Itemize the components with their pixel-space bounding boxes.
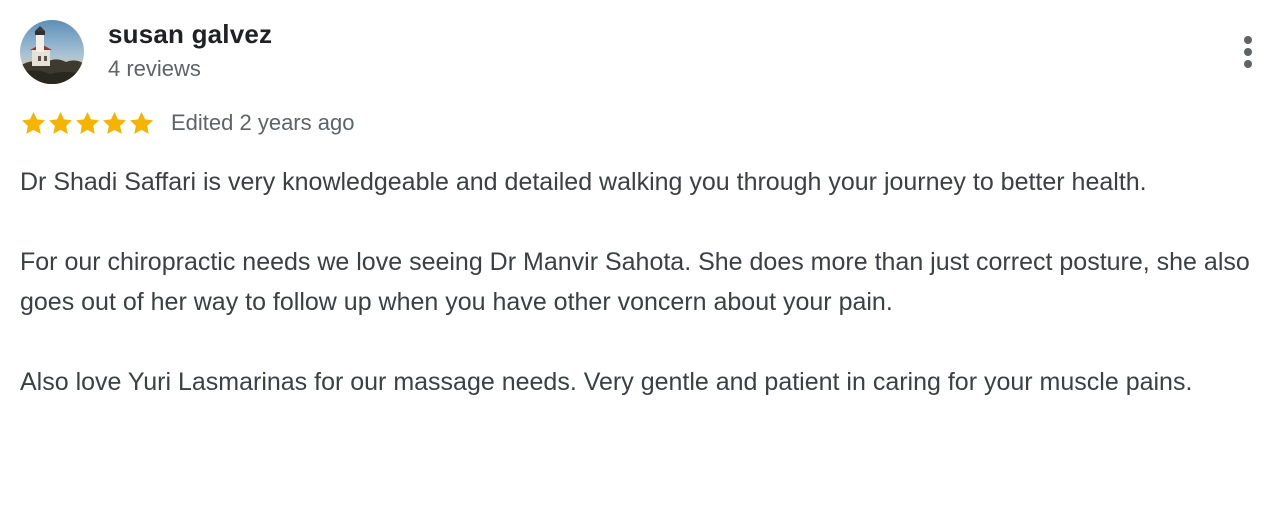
star-icon <box>76 111 99 134</box>
star-icon <box>130 111 153 134</box>
review-paragraph: Also love Yuri Lasmarinas for our massag… <box>20 368 1193 396</box>
rating-row: Edited 2 years ago <box>20 108 354 138</box>
author-name[interactable]: susan galvez <box>108 19 272 50</box>
star-icon <box>103 111 126 134</box>
review-text: Dr Shadi Saffari is very knowledgeable a… <box>20 162 1270 402</box>
review-paragraph: For our chiropractic needs we love seein… <box>20 248 1250 316</box>
author-reviews-count[interactable]: 4 reviews <box>108 56 201 82</box>
star-rating <box>20 110 155 137</box>
star-icon <box>22 111 45 134</box>
star-icon <box>49 111 72 134</box>
author-avatar[interactable] <box>20 20 84 84</box>
more-options-button[interactable] <box>1232 34 1264 70</box>
edited-timestamp: Edited 2 years ago <box>171 110 355 135</box>
lighthouse-photo-avatar <box>20 20 84 84</box>
review-card: susan galvez 4 reviews Edited 2 years ag… <box>0 0 1288 524</box>
review-paragraph: Dr Shadi Saffari is very knowledgeable a… <box>20 168 1147 196</box>
